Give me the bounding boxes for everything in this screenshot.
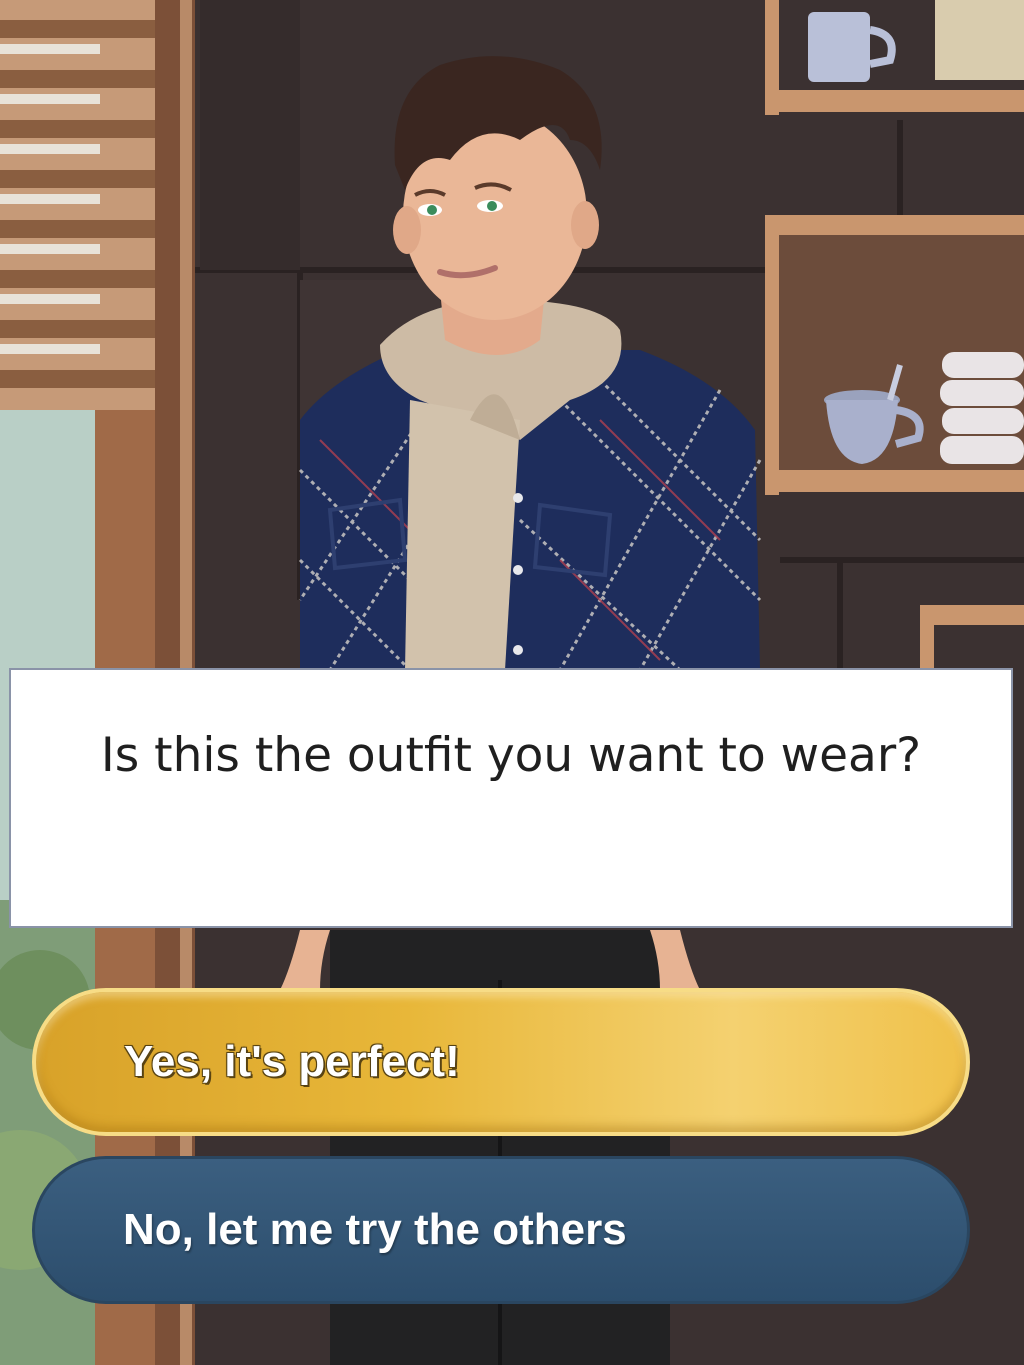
choice-no-label: No, let me try the others bbox=[123, 1205, 627, 1254]
dialog-text: Is this the outfit you want to wear? bbox=[100, 728, 922, 783]
dialog-box: Is this the outfit you want to wear? bbox=[9, 668, 1013, 928]
choice-yes-button[interactable]: Yes, it's perfect! bbox=[32, 988, 970, 1136]
choice-yes-label: Yes, it's perfect! bbox=[124, 1037, 460, 1086]
choice-no-button[interactable]: No, let me try the others bbox=[32, 1156, 970, 1304]
